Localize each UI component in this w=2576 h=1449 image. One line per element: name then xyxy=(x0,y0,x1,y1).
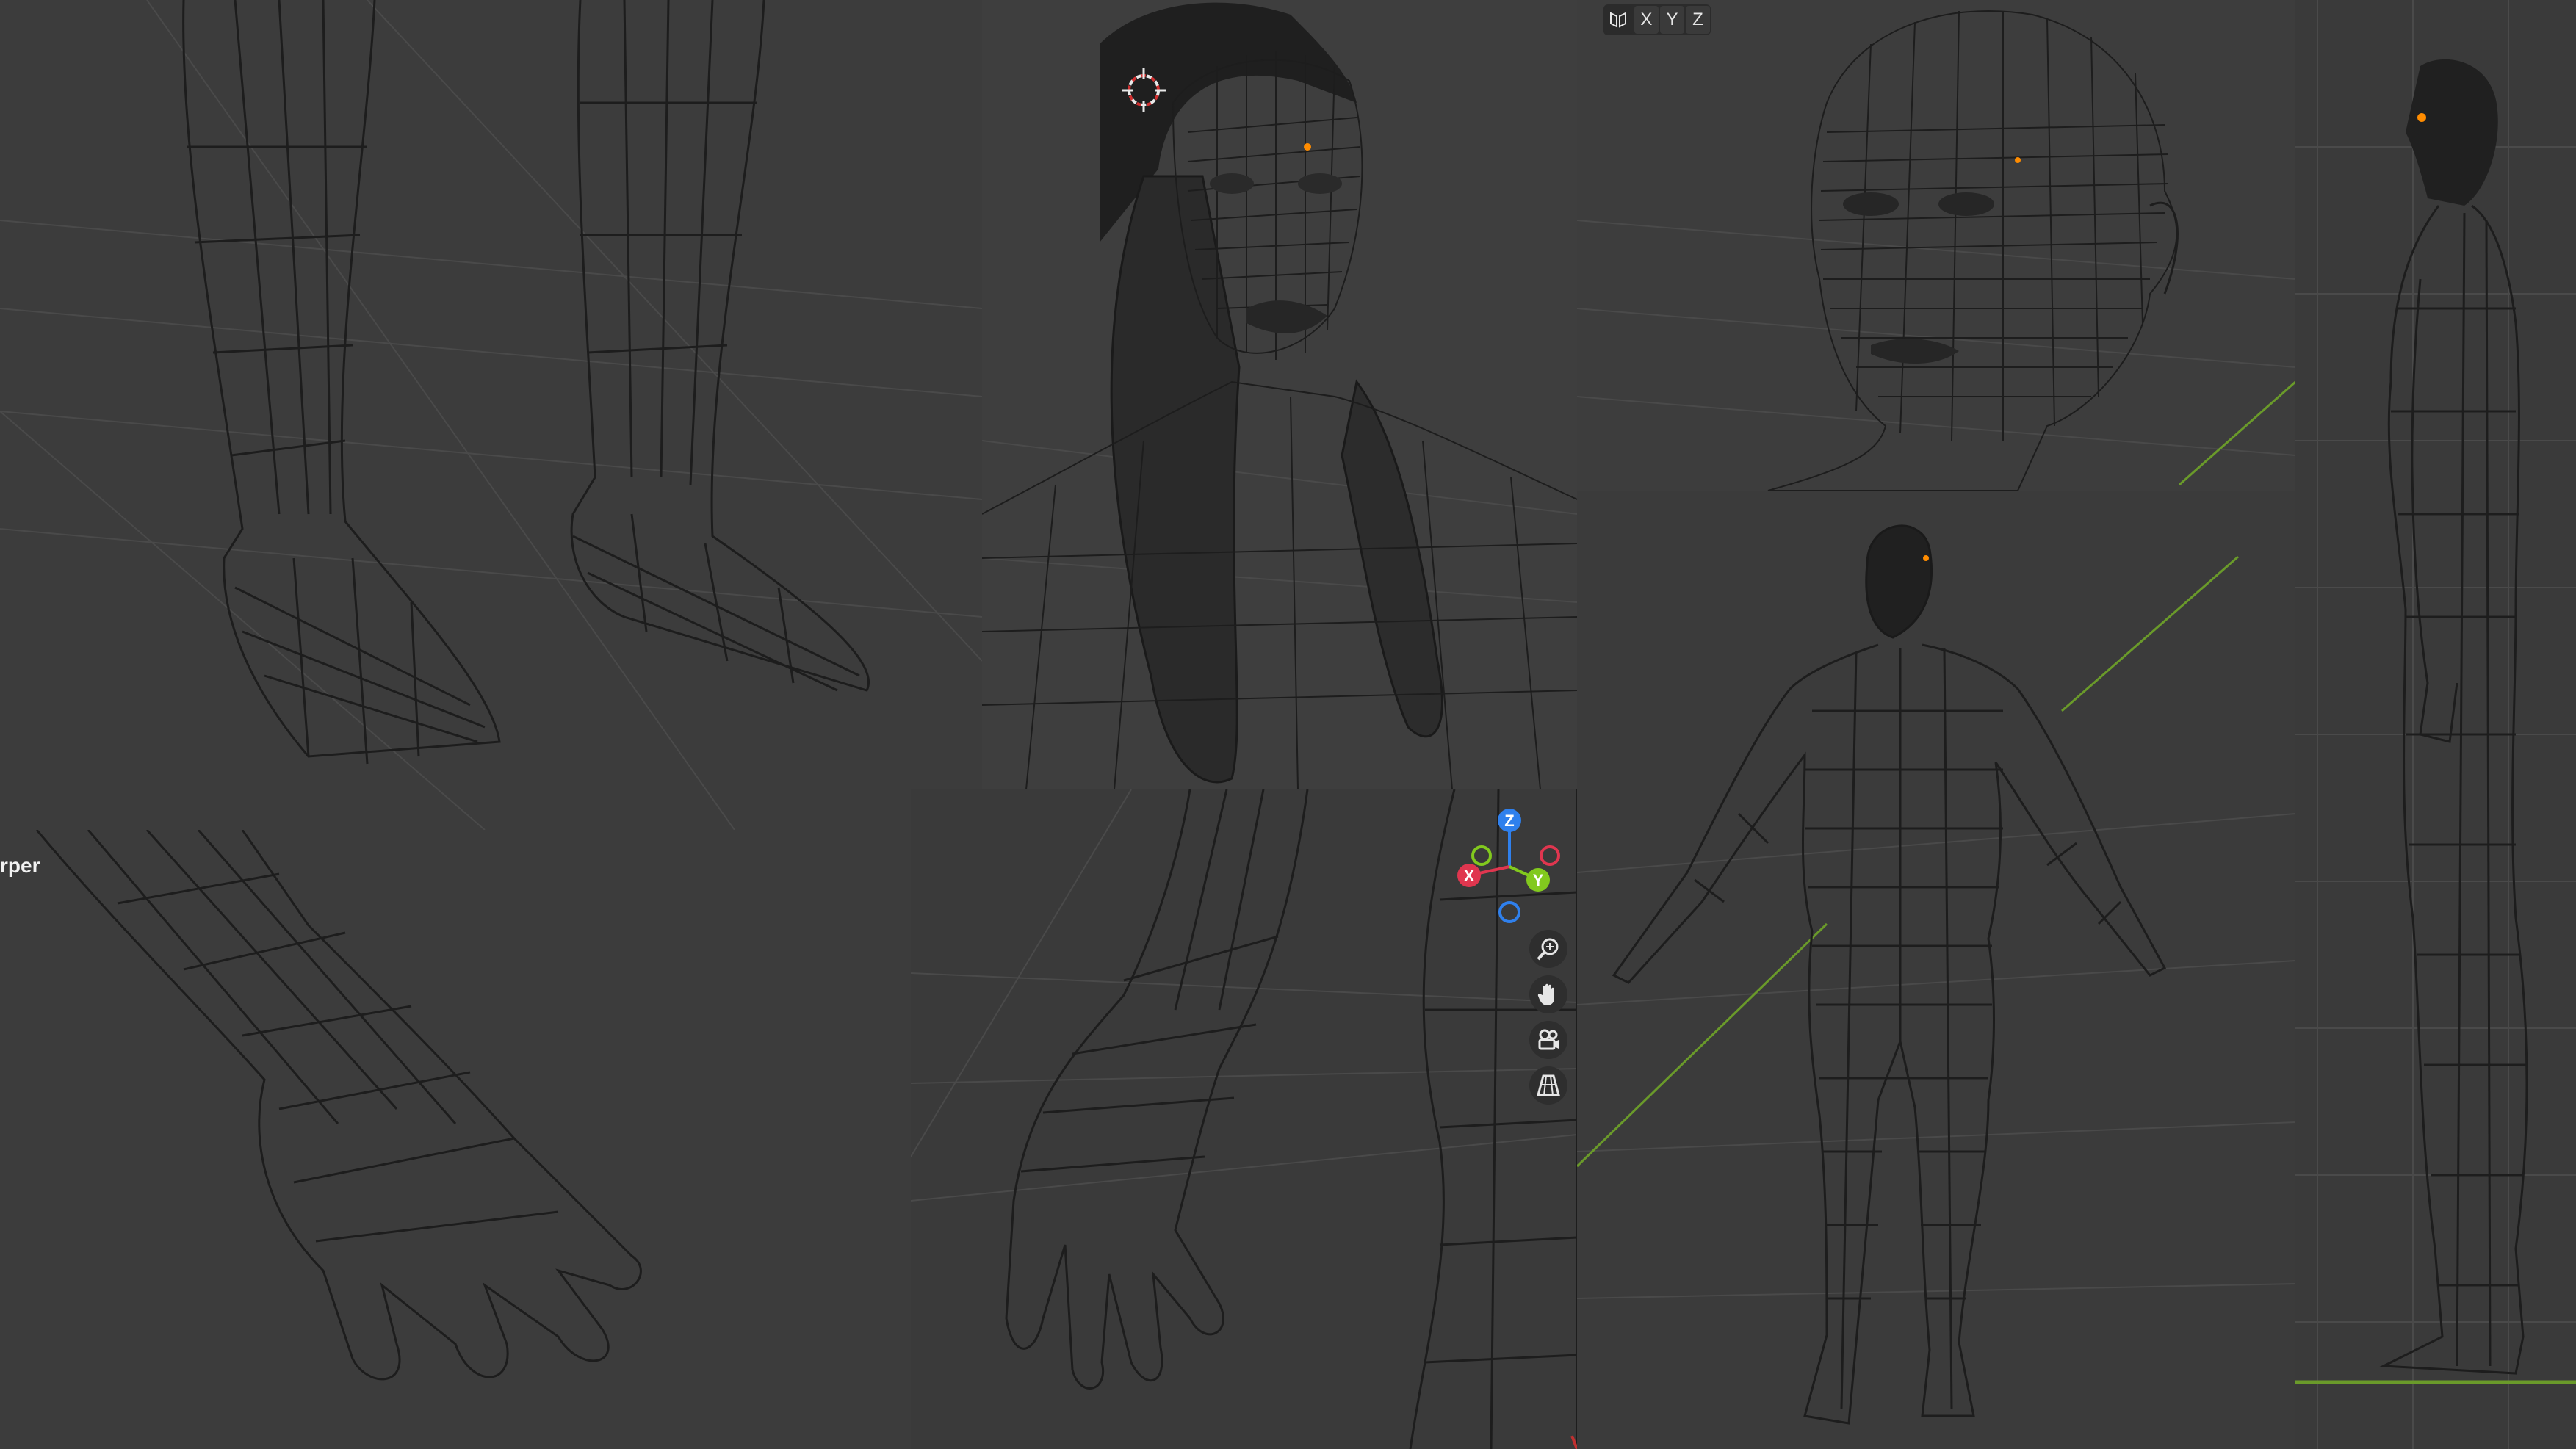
zoom-button[interactable] xyxy=(1529,930,1567,968)
navigation-gizmo[interactable]: Z X Y xyxy=(1447,804,1572,929)
viewport-hand-left[interactable]: rper xyxy=(0,830,911,1449)
grid-perspective-icon xyxy=(1537,1074,1560,1096)
mirror-x-toggle[interactable]: X xyxy=(1634,6,1659,34)
mirror-y-toggle[interactable]: Y xyxy=(1659,6,1684,34)
pan-button[interactable] xyxy=(1529,975,1567,1013)
neg-y-handle[interactable] xyxy=(1471,845,1492,866)
selected-vertex xyxy=(1304,143,1311,151)
camera-icon xyxy=(1538,1029,1559,1050)
mirror-z-toggle[interactable]: Z xyxy=(1685,6,1711,34)
x-axis-label: X xyxy=(1464,867,1475,885)
pan-hand-icon xyxy=(1537,983,1554,1005)
perspective-toggle-button[interactable] xyxy=(1529,1066,1567,1105)
neg-z-handle[interactable] xyxy=(1498,901,1520,923)
navigation-tools xyxy=(1529,930,1570,1112)
viewport-feet[interactable] xyxy=(0,0,982,830)
viewport-head-hair[interactable] xyxy=(982,0,1577,789)
selected-vertex-side xyxy=(2417,113,2426,122)
y-axis-label: Y xyxy=(1533,871,1544,889)
side-view-wireframe xyxy=(2295,0,2576,1449)
viewport-head[interactable] xyxy=(1577,0,2295,491)
body-wireframe xyxy=(1577,524,2295,1425)
camera-view-button[interactable] xyxy=(1529,1021,1567,1059)
3d-cursor-icon[interactable] xyxy=(1118,65,1169,116)
viewport-full-body[interactable] xyxy=(1577,491,2295,1449)
head-hair-wireframe xyxy=(982,2,1577,789)
hand-wireframe-left xyxy=(35,830,642,1381)
head-wireframe xyxy=(1577,10,2295,491)
feet-wireframe xyxy=(0,0,982,830)
mirror-icon[interactable] xyxy=(1604,6,1633,34)
z-axis-label: Z xyxy=(1504,812,1514,830)
mirror-axis-toolbar: X Y Z xyxy=(1603,4,1711,35)
neg-x-handle[interactable] xyxy=(1540,845,1560,866)
selected-vertex-body xyxy=(1923,555,1929,561)
viewport-mode-label: rper xyxy=(0,854,40,877)
selected-vertex-head xyxy=(2015,157,2021,163)
viewport-side-orthographic[interactable] xyxy=(2295,0,2576,1449)
zoom-icon xyxy=(1537,938,1559,961)
